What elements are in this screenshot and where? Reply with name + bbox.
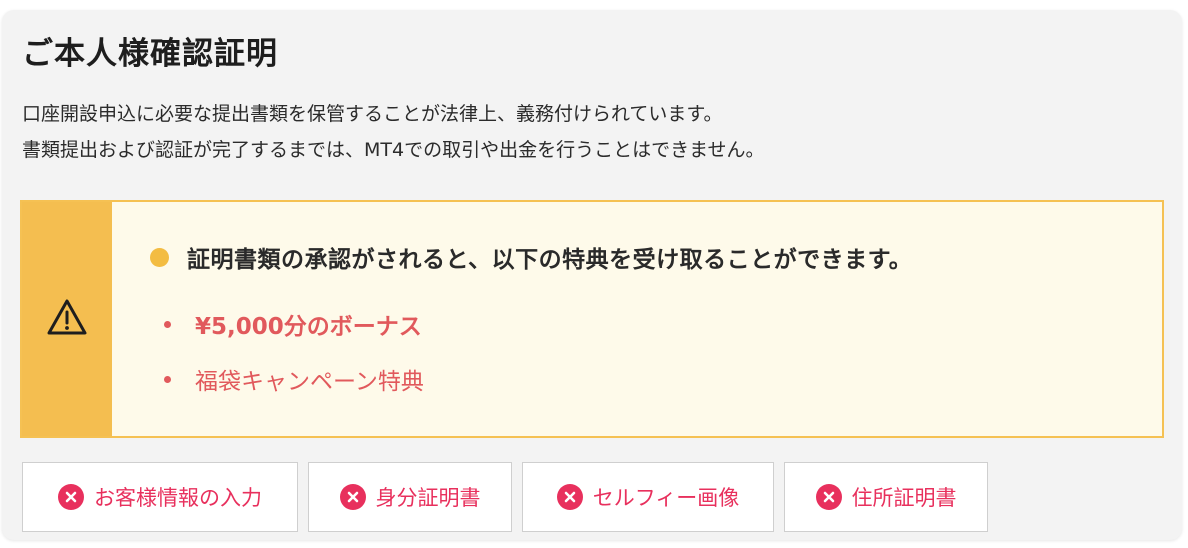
notice-heading: 証明書類の承認がされると、以下の特典を受け取ることができます。 <box>150 240 912 274</box>
bullet-icon <box>164 320 171 328</box>
benefit-item: ¥5,000分のボーナス <box>164 307 422 341</box>
notice-body: 証明書類の承認がされると、以下の特典を受け取ることができます。 ¥5,000分の… <box>112 202 1162 436</box>
step-id-document-button[interactable]: 身分証明書 <box>308 462 512 532</box>
x-circle-icon <box>556 484 583 510</box>
x-circle-icon <box>815 484 842 510</box>
benefit-item: 福袋キャンペーン特典 <box>164 362 424 396</box>
bullet-dot-icon <box>150 247 169 267</box>
page-title: ご本人様確認証明 <box>22 36 278 72</box>
description-line-2: 書類提出および認証が完了するまでは、MT4での取引や出金を行うことはできません。 <box>22 139 765 161</box>
warning-triangle-icon <box>46 298 88 340</box>
notice-side-bar <box>22 202 112 436</box>
benefit-label: 福袋キャンペーン特典 <box>195 369 424 395</box>
description: 口座開設申込に必要な提出書類を保管することが法律上、義務付けられています。 書類… <box>22 96 765 168</box>
x-circle-icon <box>339 484 366 510</box>
step-label: セルフィー画像 <box>592 486 740 510</box>
description-line-1: 口座開設申込に必要な提出書類を保管することが法律上、義務付けられています。 <box>22 103 723 125</box>
step-customer-info-button[interactable]: お客様情報の入力 <box>22 462 298 532</box>
verification-steps: お客様情報の入力 身分証明書 セルフィー画像 住所証明書 <box>22 462 998 532</box>
step-address-proof-button[interactable]: 住所証明書 <box>784 462 988 532</box>
x-circle-icon <box>58 484 84 510</box>
identity-verification-card: ご本人様確認証明 口座開設申込に必要な提出書類を保管することが法律上、義務付けら… <box>2 10 1182 540</box>
step-selfie-button[interactable]: セルフィー画像 <box>522 462 774 532</box>
step-label: お客様情報の入力 <box>94 486 262 510</box>
notice-heading-text: 証明書類の承認がされると、以下の特典を受け取ることができます。 <box>187 247 913 273</box>
bullet-icon <box>164 375 171 383</box>
step-label: 住所証明書 <box>851 486 957 510</box>
step-label: 身分証明書 <box>375 486 481 510</box>
benefits-notice: 証明書類の承認がされると、以下の特典を受け取ることができます。 ¥5,000分の… <box>20 200 1164 438</box>
benefit-label: ¥5,000分のボーナス <box>195 314 422 340</box>
